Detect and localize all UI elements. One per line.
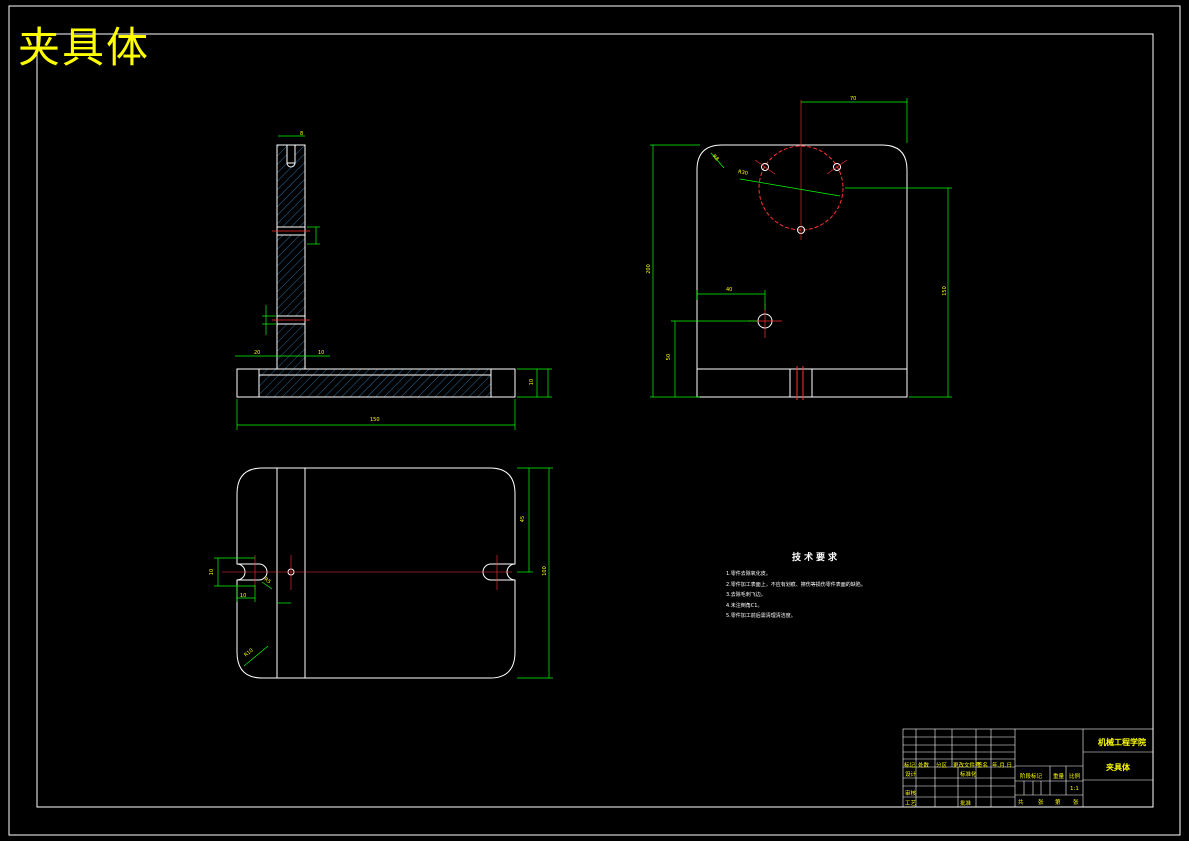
dim-label: 100	[541, 566, 548, 576]
outer-frame	[8, 5, 1181, 836]
dim-label: 70	[850, 96, 857, 102]
drawing-name: 夹具体	[1106, 763, 1130, 772]
plan-dims	[214, 467, 553, 679]
tb-label: 标准化	[960, 772, 977, 778]
school-name: 机械工程学院	[1098, 738, 1146, 747]
cad-drawing	[8, 5, 1181, 836]
tb-label: 处数	[918, 763, 930, 769]
dim-label: 50	[666, 353, 673, 361]
tb-label: 第	[1055, 800, 1061, 806]
tb-label: 比例	[1069, 774, 1081, 780]
dim-label: 10	[529, 378, 536, 386]
tb-label: 审核	[905, 791, 917, 797]
tb-label: 张	[1038, 800, 1044, 806]
tech-item: 1.零件去除氧化皮。	[726, 571, 771, 577]
dim-label: 8	[300, 131, 304, 137]
inner-frame	[36, 33, 1154, 808]
tb-label: 年.月.日	[992, 763, 1012, 769]
tb-label: 签名	[977, 763, 989, 769]
tb-label: 重量	[1053, 774, 1065, 780]
tech-heading: 技术要求	[791, 553, 840, 563]
tb-label: 批准	[960, 801, 972, 807]
tb-label: 阶段标记	[1020, 774, 1043, 780]
tech-item: 2.零件加工表面上，不应有划痕、擦伤等损伤零件表面的缺陷。	[726, 581, 866, 588]
dim-label: 45	[520, 515, 527, 523]
dim-label: 150	[370, 417, 380, 423]
dim-label: 150	[941, 286, 948, 296]
drawing-title: 夹具体	[18, 23, 151, 72]
dim-label: 40	[726, 287, 733, 293]
tb-label: 分区	[936, 763, 948, 769]
tech-requirements: 技术要求 1.零件去除氧化皮。 2.零件加工表面上，不应有划痕、擦伤等损伤零件表…	[726, 550, 906, 622]
tech-item: 4.未注倒角C1。	[726, 602, 763, 609]
tb-label: 设计	[905, 772, 917, 778]
dim-label: 10	[318, 350, 325, 356]
tech-item: 3.去除毛刺飞边。	[726, 592, 766, 598]
dim-label: 10	[209, 568, 216, 576]
dim-label: 20	[254, 350, 261, 356]
dim-label: 200	[645, 264, 652, 274]
tech-item: 5.零件加工前后需清理清洁度。	[726, 613, 796, 619]
tb-label: 张	[1073, 800, 1079, 806]
tb-label: 标记	[904, 763, 916, 769]
tb-label: 工艺	[905, 801, 917, 807]
plan-view	[222, 467, 516, 679]
scale-value: 1:1	[1070, 786, 1079, 792]
side-view	[696, 100, 908, 400]
tb-label: 共	[1018, 800, 1024, 806]
dim-label: 10	[240, 593, 247, 599]
section-view	[236, 144, 516, 398]
